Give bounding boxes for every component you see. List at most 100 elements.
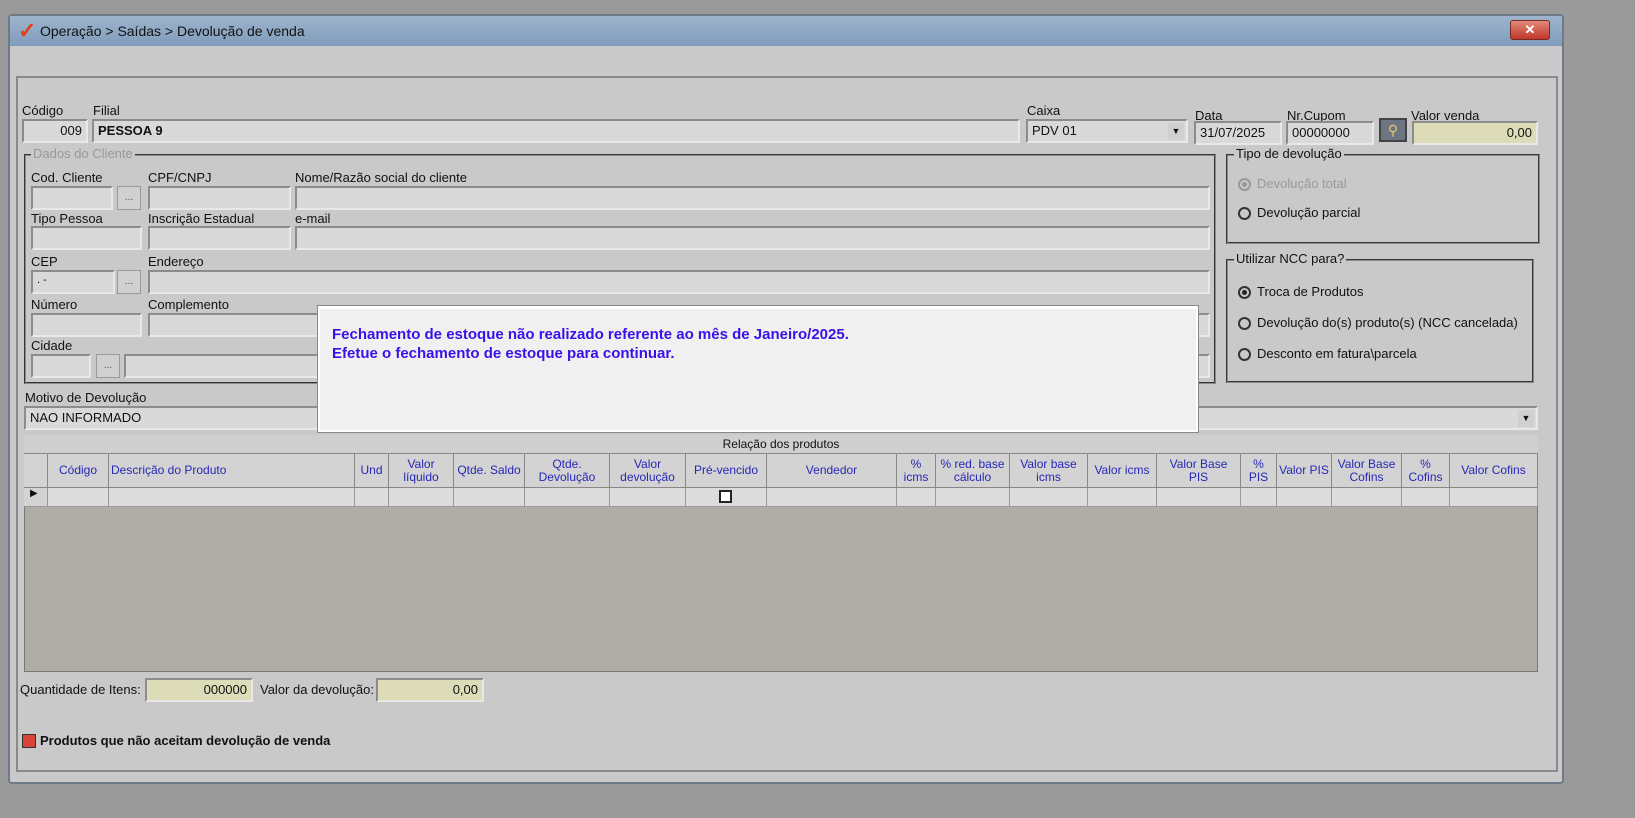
table-cell[interactable] [1010, 488, 1088, 507]
table-cell[interactable] [1332, 488, 1402, 507]
column-header[interactable]: Valor devolução [610, 454, 686, 488]
motivo-label: Motivo de Devolução [25, 390, 147, 405]
table-cell[interactable] [936, 488, 1010, 507]
valor-devolucao-field[interactable]: 0,00 [376, 678, 484, 702]
table-cell[interactable] [897, 488, 936, 507]
qtd-itens-field[interactable]: 000000 [145, 678, 253, 702]
radio-icon [1238, 207, 1251, 221]
cod-cliente-field[interactable] [31, 186, 113, 210]
column-header[interactable]: Und [355, 454, 389, 488]
radio-label: Devolução total [1257, 176, 1347, 191]
codigo-label: Código [22, 103, 64, 118]
table-cell[interactable] [610, 488, 686, 507]
message-dialog: Fechamento de estoque não realizado refe… [318, 306, 1198, 432]
valor-devolucao-label: Valor da devolução: [260, 682, 374, 697]
column-header[interactable]: Pré-vencido [686, 454, 767, 488]
radio-desconto-fatura[interactable]: Desconto em fatura\parcela [1238, 346, 1417, 362]
chevron-down-icon[interactable]: ▼ [1518, 410, 1534, 427]
grid-title: Relação dos produtos [24, 435, 1538, 454]
window-title: Operação > Saídas > Devolução de venda [40, 23, 305, 39]
column-header[interactable]: Código [48, 454, 109, 488]
cep-label: CEP [31, 254, 58, 269]
cep-lookup-button[interactable]: ... [117, 270, 141, 294]
cpf-label: CPF/CNPJ [148, 170, 212, 185]
complemento-label: Complemento [148, 297, 229, 312]
table-cell[interactable] [1402, 488, 1450, 507]
filial-field[interactable]: PESSOA 9 [92, 119, 1020, 143]
dialog-message-line-1: Fechamento de estoque não realizado refe… [332, 326, 849, 343]
numero-label: Número [31, 297, 78, 312]
radio-label: Troca de Produtos [1257, 284, 1364, 299]
column-header[interactable]: % red. base cálculo [936, 454, 1010, 488]
tipo-devolucao-group [1226, 154, 1540, 244]
caixa-value: PDV 01 [1032, 123, 1077, 138]
column-header[interactable]: Valor Base PIS [1157, 454, 1241, 488]
caixa-label: Caixa [1027, 103, 1061, 118]
pre-vencido-checkbox[interactable] [719, 490, 732, 503]
table-cell[interactable] [686, 488, 767, 507]
column-header[interactable]: Vendedor [767, 454, 897, 488]
table-cell[interactable] [1241, 488, 1277, 507]
cep-field[interactable]: . - [31, 270, 115, 294]
column-header[interactable]: Qtde. Devolução [525, 454, 610, 488]
cidade-code-field[interactable] [31, 354, 91, 378]
table-cell[interactable] [48, 488, 109, 507]
ie-field[interactable] [148, 226, 291, 250]
caixa-select[interactable]: PDV 01 ▼ [1026, 119, 1188, 143]
column-header[interactable]: Valor líquido [389, 454, 454, 488]
radio-icon [1238, 286, 1251, 300]
column-header[interactable]: % Cofins [1402, 454, 1450, 488]
radio-label: Devolução do(s) produto(s) (NCC cancelad… [1257, 315, 1518, 330]
cidade-label: Cidade [31, 338, 73, 353]
valor-venda-field[interactable]: 0,00 [1412, 121, 1538, 145]
table-cell[interactable] [109, 488, 355, 507]
tipo-pessoa-field[interactable] [31, 226, 142, 250]
column-header[interactable]: Valor base icms [1010, 454, 1088, 488]
radio-troca-produtos[interactable]: Troca de Produtos [1238, 284, 1364, 300]
row-indicator-header[interactable] [24, 454, 48, 488]
search-cupom-button[interactable]: ⚲ [1379, 118, 1407, 142]
column-header[interactable]: Qtde. Saldo [454, 454, 525, 488]
table-cell[interactable] [454, 488, 525, 507]
radio-label: Desconto em fatura\parcela [1257, 346, 1417, 361]
legend-color-swatch [22, 734, 36, 748]
numero-field[interactable] [31, 313, 142, 337]
row-indicator[interactable]: ▶ [24, 488, 48, 507]
cupom-field[interactable]: 00000000 [1286, 121, 1374, 145]
table-cell[interactable] [525, 488, 610, 507]
cod-cliente-label: Cod. Cliente [31, 170, 103, 185]
nome-field[interactable] [295, 186, 1210, 210]
column-header[interactable]: Valor PIS [1277, 454, 1332, 488]
close-button[interactable]: ✕ [1510, 20, 1550, 40]
column-header[interactable]: Descrição do Produto [109, 454, 355, 488]
table-cell[interactable] [1088, 488, 1157, 507]
tipo-pessoa-label: Tipo Pessoa [31, 211, 103, 226]
magnifier-icon: ⚲ [1387, 122, 1399, 138]
radio-devolucao-total[interactable]: Devolução total [1238, 176, 1347, 192]
tipo-devolucao-legend: Tipo de devolução [1234, 146, 1344, 161]
radio-devolucao-parcial[interactable]: Devolução parcial [1238, 205, 1360, 221]
table-cell[interactable] [389, 488, 454, 507]
endereco-field[interactable] [148, 270, 1210, 294]
table-cell[interactable] [1277, 488, 1332, 507]
column-header[interactable]: Valor Base Cofins [1332, 454, 1402, 488]
filial-label: Filial [93, 103, 120, 118]
radio-devolucao-produtos[interactable]: Devolução do(s) produto(s) (NCC cancelad… [1238, 315, 1518, 331]
column-header[interactable]: Valor Cofins [1450, 454, 1538, 488]
table-cell[interactable] [1450, 488, 1538, 507]
cod-cliente-lookup-button[interactable]: ... [117, 186, 141, 210]
column-header[interactable]: % PIS [1241, 454, 1277, 488]
column-header[interactable]: Valor icms [1088, 454, 1157, 488]
chevron-down-icon[interactable]: ▼ [1168, 123, 1184, 140]
cpf-field[interactable] [148, 186, 291, 210]
table-cell[interactable] [767, 488, 897, 507]
radio-icon [1238, 317, 1251, 331]
table-cell[interactable] [355, 488, 389, 507]
table-cell[interactable] [1157, 488, 1241, 507]
email-label: e-mail [295, 211, 331, 226]
email-field[interactable] [295, 226, 1210, 250]
cidade-lookup-button[interactable]: ... [96, 354, 120, 378]
column-header[interactable]: % icms [897, 454, 936, 488]
data-field[interactable]: 31/07/2025 [1194, 121, 1282, 145]
codigo-field[interactable]: 009 [22, 119, 88, 143]
